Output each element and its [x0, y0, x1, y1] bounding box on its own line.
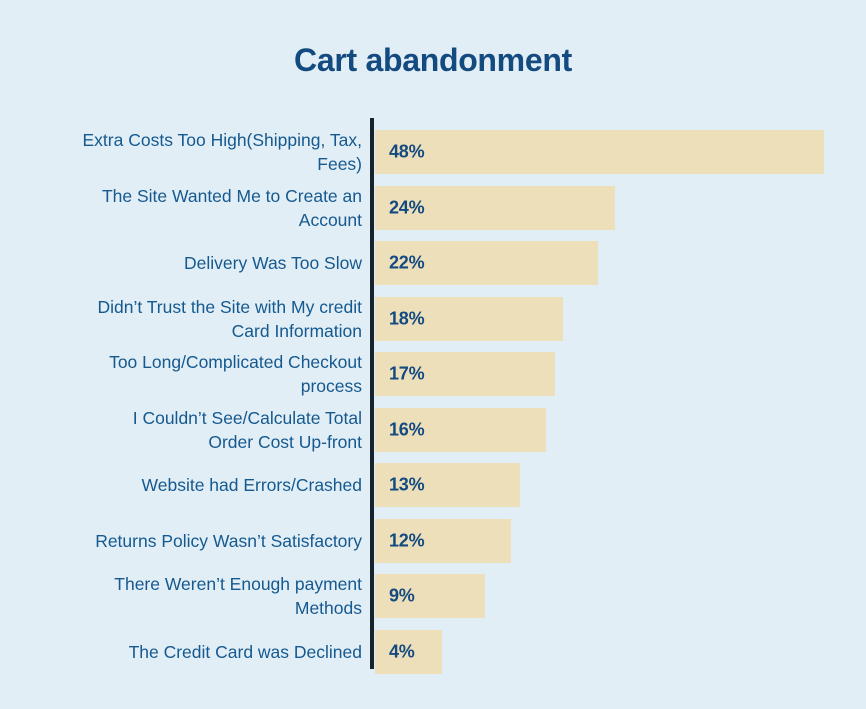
bar-value-label: 9%	[389, 585, 415, 606]
bar-value-label: 48%	[389, 141, 425, 162]
bar-row: Returns Policy Wasn’t Satisfactory 12%	[0, 518, 866, 563]
bar-row: Too Long/Complicated Checkout process 17%	[0, 352, 866, 396]
bar-category-label: I Couldn’t See/Calculate Total Order Cos…	[132, 407, 362, 452]
bar-row: I Couldn’t See/Calculate Total Order Cos…	[0, 407, 866, 452]
bar-category-label: Too Long/Complicated Checkout process	[109, 352, 362, 396]
bar: 24%	[375, 185, 616, 230]
bar-value-label: 12%	[389, 530, 425, 550]
chart-title: Cart abandonment	[294, 42, 572, 78]
bar-rows: Extra Costs Too High(Shipping, Tax, Fees…	[0, 118, 866, 674]
bar-row: The Site Wanted Me to Create an Account 2…	[0, 185, 866, 230]
bar-row: Delivery Was Too Slow 22%	[0, 241, 866, 285]
cart-abandonment-chart: Cart abandonment Extra Costs Too High(Sh…	[0, 0, 866, 709]
bar-category-label: Returns Policy Wasn’t Satisfactory	[95, 530, 362, 551]
bar-value-label: 18%	[389, 308, 425, 328]
bar: 17%	[375, 352, 555, 396]
bar: 18%	[375, 296, 564, 341]
bar-value-label: 4%	[389, 641, 415, 661]
bar-category-label: The Site Wanted Me to Create an Account	[101, 185, 362, 230]
bar-row: The Credit Card was Declined 4%	[0, 629, 866, 674]
bar-category-label: Didn’t Trust the Site with My credit Car…	[97, 296, 362, 341]
bar-row: Website had Errors/Crashed 13%	[0, 463, 866, 507]
bar-value-label: 13%	[389, 474, 425, 495]
bar-row: Didn’t Trust the Site with My credit Car…	[0, 296, 866, 341]
bar-category-label: The Credit Card was Declined	[128, 641, 362, 662]
bar-value-label: 22%	[389, 252, 425, 273]
plot-area: Extra Costs Too High(Shipping, Tax, Fees…	[0, 118, 866, 674]
bar-row: Extra Costs Too High(Shipping, Tax, Fees…	[0, 130, 866, 174]
bar: 48%	[375, 130, 824, 174]
bar-value-label: 16%	[389, 419, 425, 439]
bar: 4%	[375, 629, 442, 674]
bar-category-label: Extra Costs Too High(Shipping, Tax, Fees…	[82, 130, 363, 174]
bar: 16%	[375, 407, 546, 452]
bar: 12%	[375, 518, 512, 563]
bar-category-label: Delivery Was Too Slow	[184, 253, 362, 273]
bar-row: There Weren’t Enough payment Methods 9%	[0, 574, 866, 618]
bar: 9%	[375, 574, 486, 618]
bar-value-label: 17%	[389, 363, 425, 384]
bar: 13%	[375, 463, 520, 507]
bar-value-label: 24%	[389, 197, 425, 217]
bar-category-label: There Weren’t Enough payment Methods	[114, 574, 362, 618]
bar-category-label: Website had Errors/Crashed	[141, 475, 362, 495]
bar: 22%	[375, 241, 598, 285]
